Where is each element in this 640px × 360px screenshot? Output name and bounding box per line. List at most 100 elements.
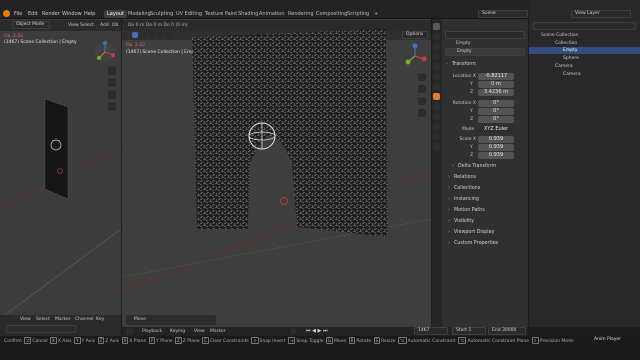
view-layer-selector[interactable]: View Layer [571,10,631,18]
motion-paths-panel[interactable]: Motion Paths [448,208,485,213]
outliner-item-empty[interactable]: Empty [529,47,640,54]
lb-menu-select[interactable]: Select [36,317,50,322]
rotation-x-field[interactable]: 0° [478,100,514,107]
rotation-z-field[interactable]: 0° [478,116,514,123]
tab-animation[interactable]: Animation [259,11,285,17]
tab-sculpting[interactable]: Sculpting [150,11,173,17]
viewport-display-panel[interactable]: Viewport Display [448,230,495,235]
tab-layout[interactable]: Layout [104,10,127,18]
tab-shading[interactable]: Shading [238,11,258,17]
main-nav-gizmo[interactable] [402,43,428,69]
editor-type-icon[interactable] [126,328,133,335]
main-zoom-icon[interactable] [418,73,426,81]
main-3d-viewport[interactable]: Do 0 m Do 0 m Do 0 (0 m) Options Ов. 2.0… [122,19,431,327]
end-frame-field[interactable]: End 30000 [488,327,526,335]
tool-tab-icon[interactable] [433,23,440,30]
anim-player-label[interactable]: Anim Player [594,337,621,342]
rotation-mode-label: Mode [462,127,475,132]
outliner-item-camera-collection[interactable]: Camera [529,63,640,70]
scale-y-field[interactable]: 0.939 [478,144,514,151]
data-tab-icon[interactable] [433,143,440,150]
left-pan-icon[interactable] [108,79,116,87]
last-operator-panel[interactable]: Move [126,315,216,325]
particles-tab-icon[interactable] [433,113,440,120]
rotation-mode-dropdown[interactable]: XYZ Euler [478,126,514,133]
relations-panel[interactable]: Relations [448,175,476,180]
lb-search-field[interactable] [6,325,76,333]
tab-uv-editing[interactable]: UV Editing [176,11,202,17]
main-perspective-icon[interactable] [418,109,426,117]
view-layer-tab-icon[interactable] [433,53,440,60]
lb-menu-key[interactable]: Key [96,317,104,322]
record-icon[interactable] [290,328,296,334]
current-frame-field[interactable]: 1467 [414,327,448,335]
transform-panel-header[interactable]: Transform [446,62,476,67]
location-y-field[interactable]: 0 m [478,81,514,88]
tab-scripting[interactable]: Scripting [347,11,369,17]
tab-texture-paint[interactable]: Texture Paint [205,11,237,17]
lb-menu-view[interactable]: View [20,317,31,322]
blender-logo-icon[interactable] [3,10,10,17]
view-layer-label: View Layer [575,11,600,16]
add-workspace-icon[interactable]: + [374,11,378,17]
world-tab-icon[interactable] [433,73,440,80]
object-name-field[interactable]: Empty [445,48,525,56]
timeline-menu-view[interactable]: View [194,329,205,334]
left-3d-viewport[interactable]: Object Mode View Select Add Ob Ов. 2.02 … [0,19,121,315]
custom-properties-panel[interactable]: Custom Properties [448,241,498,246]
outliner-item-collection[interactable]: Collection [529,40,640,47]
main-camera-view-icon[interactable] [418,97,426,105]
location-z-field[interactable]: 3.4236 m [478,89,514,96]
render-tab-icon[interactable] [433,33,440,40]
rotation-y-field[interactable]: 0° [478,108,514,115]
outliner-item-sphere[interactable]: Sphere [529,55,640,62]
start-frame-field[interactable]: Start 1 [452,327,486,335]
tab-rendering[interactable]: Rendering [288,11,314,17]
left-perspective-icon[interactable] [108,103,116,111]
scale-x-field[interactable]: 0.939 [478,136,514,143]
menu-help[interactable]: Help [84,11,95,17]
current-frame-value: 1467 [418,328,430,333]
left-camera-view-icon[interactable] [108,91,116,99]
delta-transform-panel[interactable]: Delta Transform [452,164,496,169]
outliner-item-label: Camera [563,72,581,77]
menu-render[interactable]: Render [42,11,60,17]
menu-window[interactable]: Window [62,11,82,17]
main-pan-icon[interactable] [418,85,426,93]
playback-controls[interactable]: ⏮ ◀ ▶ ⏭ [306,328,327,334]
left-nav-gizmo[interactable] [94,41,116,63]
outliner-item-camera[interactable]: Camera [529,71,640,78]
modifier-tab-icon[interactable] [433,103,440,110]
visibility-panel[interactable]: Visibility [448,219,474,224]
timeline-menu-keying[interactable]: Keying [170,329,185,334]
lb-menu-channel[interactable]: Channel [75,317,93,322]
hint-x-plane: X Plane [129,339,147,344]
tab-modeling[interactable]: Modeling [128,11,151,17]
constraints-tab-icon[interactable] [433,133,440,140]
output-tab-icon[interactable] [433,43,440,50]
hint-y-axis: Y Axis [81,339,96,344]
left-zoom-icon[interactable] [108,67,116,75]
instancing-panel[interactable]: Instancing [448,197,479,202]
lb-menu-marker[interactable]: Marker [55,317,71,322]
scene-tab-icon[interactable] [433,63,440,70]
object-tab-icon[interactable] [433,93,440,100]
collection-tab-icon[interactable] [433,83,440,90]
timeline-menu-playback[interactable]: Playback [142,329,162,334]
start-label: Start [456,328,467,333]
properties-search[interactable] [445,31,525,39]
object-name-value: Empty [457,49,472,54]
menu-edit[interactable]: Edit [28,11,38,17]
outliner-root[interactable]: Scene Collection [541,33,578,38]
properties-object-name: Empty [456,41,471,46]
physics-tab-icon[interactable] [433,123,440,130]
tab-compositing[interactable]: Compositing [316,11,347,17]
menu-file[interactable]: File [14,11,22,17]
timeline-menu-marker[interactable]: Marker [210,329,226,334]
collections-panel[interactable]: Collections [448,186,480,191]
outliner: View Layer Scene Collection Collection E… [529,0,640,327]
location-x-field[interactable]: -0.82117 [478,73,514,80]
scene-selector[interactable]: Scene [478,10,528,18]
outliner-search[interactable] [533,22,636,30]
scale-z-field[interactable]: 0.939 [478,152,514,159]
